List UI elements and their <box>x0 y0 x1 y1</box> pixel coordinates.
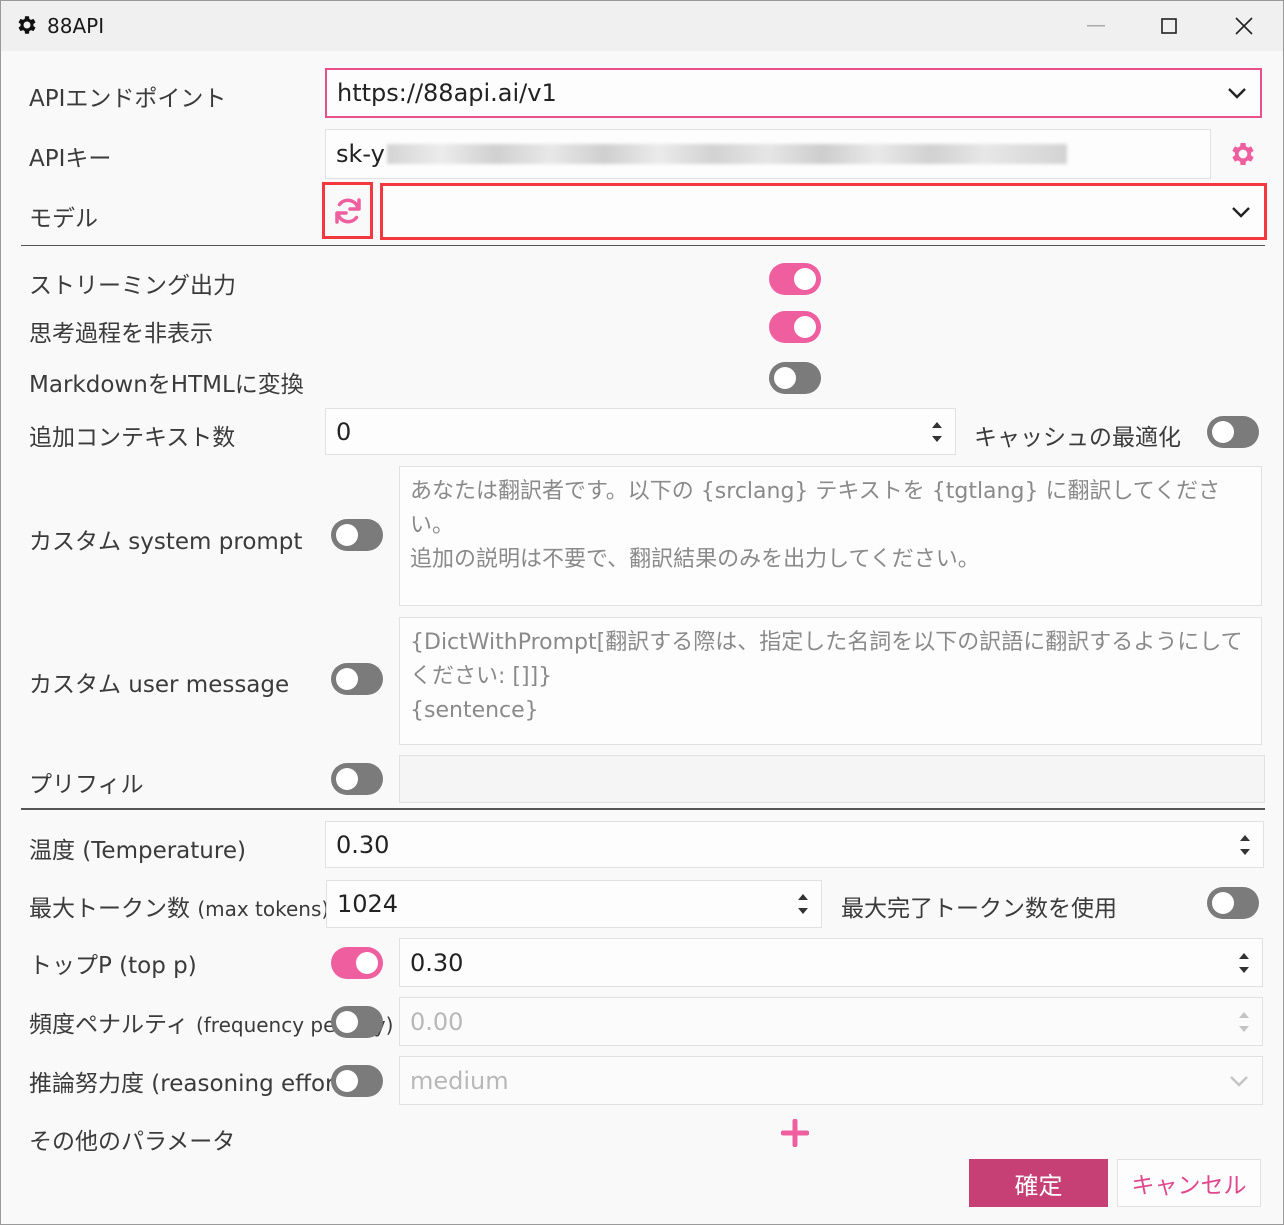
gear-icon <box>18 16 36 34</box>
section-divider <box>21 245 1265 246</box>
reasoning-effort-value: medium <box>410 1066 509 1095</box>
spin-arrows-icon[interactable] <box>1237 830 1253 860</box>
max-tokens-label: 最大トークン数 (max tokens) <box>29 889 329 923</box>
chevron-down-icon <box>1230 1075 1248 1087</box>
endpoint-label: APIエンドポイント <box>29 86 227 112</box>
max-tokens-label-main: 最大トークン数 <box>29 896 190 922</box>
prefill-label: プリフィル <box>29 772 144 798</box>
system-prompt-label: カスタム system prompt <box>29 529 303 555</box>
max-tokens-label-sub: (max tokens) <box>197 897 330 921</box>
max-completion-label: 最大完了トークン数を使用 <box>841 896 1117 922</box>
refresh-models-button[interactable] <box>322 182 373 239</box>
reasoning-effort-select[interactable]: medium <box>399 1056 1263 1105</box>
top-p-label: トップP (top p) <box>29 953 197 979</box>
frequency-penalty-spinbox[interactable]: 0.00 <box>399 997 1263 1046</box>
context-count-value: 0 <box>336 417 352 446</box>
api-key-redacted <box>386 144 1067 164</box>
window-title: 88API <box>47 14 105 38</box>
max-tokens-value: 1024 <box>337 890 399 918</box>
streaming-toggle[interactable] <box>769 263 821 295</box>
settings-window: 88API APIエンドポイント https://88api.ai/v1 API… <box>0 0 1284 1225</box>
user-message-toggle[interactable] <box>331 663 383 695</box>
endpoint-value: https://88api.ai/v1 <box>337 79 557 107</box>
user-message-textarea[interactable]: {DictWithPrompt[翻訳する際は、指定した名詞を以下の訳語に翻訳する… <box>399 617 1262 745</box>
endpoint-select[interactable]: https://88api.ai/v1 <box>325 68 1262 118</box>
markdown-label: MarkdownをHTMLに変換 <box>29 372 304 398</box>
api-key-input[interactable]: sk-y <box>325 129 1211 179</box>
minimize-icon <box>1087 25 1105 27</box>
reasoning-effort-label: 推論努力度 (reasoning effort) <box>29 1071 353 1097</box>
system-prompt-toggle[interactable] <box>331 519 383 551</box>
spin-arrows-icon[interactable] <box>929 417 945 447</box>
frequency-penalty-label-main: 頻度ペナルティ <box>29 1012 189 1038</box>
user-message-label: カスタム user message <box>29 672 290 698</box>
top-p-toggle[interactable] <box>331 947 383 979</box>
add-param-button[interactable] <box>777 1115 813 1151</box>
prefill-toggle[interactable] <box>331 763 383 795</box>
hide-thinking-label: 思考過程を非表示 <box>29 321 213 347</box>
plus-icon <box>781 1119 809 1147</box>
api-key-label: APIキー <box>29 146 112 172</box>
title-bar: 88API <box>1 1 1283 51</box>
streaming-label: ストリーミング出力 <box>29 273 236 299</box>
temperature-value: 0.30 <box>336 830 390 859</box>
prefill-input[interactable] <box>399 755 1265 803</box>
other-params-label: その他のパラメータ <box>29 1129 236 1155</box>
max-tokens-spinbox[interactable]: 1024 <box>326 880 822 928</box>
frequency-penalty-value: 0.00 <box>410 1007 464 1036</box>
close-button[interactable] <box>1209 1 1279 51</box>
spin-arrows-icon[interactable] <box>795 889 811 919</box>
chevron-down-icon <box>1232 206 1250 218</box>
markdown-toggle[interactable] <box>769 362 821 394</box>
context-count-label: 追加コンテキスト数 <box>29 425 236 451</box>
gear-icon <box>1232 143 1254 165</box>
temperature-spinbox[interactable]: 0.30 <box>325 821 1264 868</box>
refresh-icon <box>334 197 361 224</box>
top-p-value: 0.30 <box>410 948 464 977</box>
cache-optimize-label: キャッシュの最適化 <box>974 425 1181 451</box>
context-count-spinbox[interactable]: 0 <box>325 408 956 455</box>
temperature-label: 温度 (Temperature) <box>29 838 246 864</box>
cancel-button[interactable]: キャンセル <box>1117 1159 1261 1207</box>
api-key-value: sk-y <box>336 140 385 168</box>
close-icon <box>1235 17 1253 35</box>
chevron-down-icon <box>1228 88 1246 99</box>
spin-arrows-icon[interactable] <box>1236 948 1252 978</box>
cache-optimize-toggle[interactable] <box>1207 416 1259 448</box>
maximize-icon <box>1161 18 1177 34</box>
model-label: モデル <box>29 206 98 232</box>
hide-thinking-toggle[interactable] <box>769 311 821 343</box>
maximize-button[interactable] <box>1134 1 1204 51</box>
model-select[interactable] <box>380 183 1267 240</box>
section-divider <box>21 808 1265 810</box>
system-prompt-textarea[interactable]: あなたは翻訳者です。以下の {srclang} テキストを {tgtlang} … <box>399 466 1262 606</box>
reasoning-effort-toggle[interactable] <box>331 1065 383 1097</box>
top-p-spinbox[interactable]: 0.30 <box>399 938 1263 987</box>
max-completion-toggle[interactable] <box>1207 887 1259 919</box>
spin-arrows-icon[interactable] <box>1236 1007 1252 1037</box>
frequency-penalty-toggle[interactable] <box>331 1006 383 1038</box>
minimize-button[interactable] <box>1061 1 1131 51</box>
api-key-settings-button[interactable] <box>1223 134 1263 174</box>
confirm-button[interactable]: 確定 <box>969 1159 1108 1207</box>
